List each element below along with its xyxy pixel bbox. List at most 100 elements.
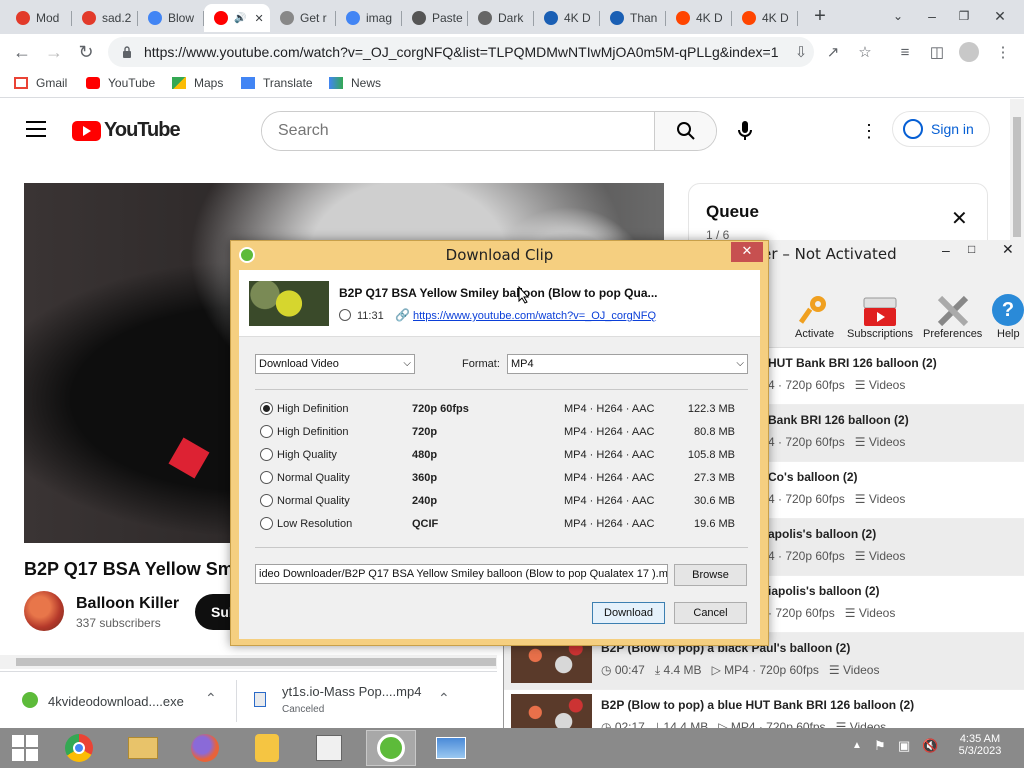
sign-in-button[interactable]: Sign in xyxy=(892,111,990,147)
channel-name[interactable]: Balloon Killer xyxy=(76,595,179,613)
settings-dots-icon[interactable]: ⋮ xyxy=(860,121,878,142)
scrollbar-thumb[interactable] xyxy=(1013,117,1021,237)
browser-tab[interactable]: 4K D xyxy=(732,4,798,32)
quality-option[interactable]: High Definition 720p MP4 · H264 · AAC 80.8 … xyxy=(255,422,751,442)
app-minimize-icon[interactable]: – xyxy=(942,242,950,258)
app-maximize-icon[interactable]: □ xyxy=(968,242,975,256)
radio-button[interactable] xyxy=(260,425,273,438)
chevron-up-icon[interactable]: ⌃ xyxy=(438,690,450,707)
maps-icon xyxy=(172,77,186,89)
horizontal-scrollbar-thumb[interactable] xyxy=(16,658,496,666)
minimize-icon[interactable]: – xyxy=(914,0,950,32)
quality-option[interactable]: Normal Quality 360p MP4 · H264 · AAC 27.3 M… xyxy=(255,468,751,488)
bookmark-youtube[interactable]: YouTube xyxy=(86,76,155,90)
dropdown-arrow-icon: ⌵ xyxy=(403,358,411,369)
download-button[interactable]: Download xyxy=(592,602,665,624)
firefox-icon[interactable] xyxy=(180,730,230,766)
radio-button[interactable] xyxy=(260,402,273,415)
help-tool[interactable]: ? Help xyxy=(992,294,1024,340)
restore-icon[interactable]: ❐ xyxy=(946,0,982,32)
format-select[interactable]: MP4 ⌵ xyxy=(507,354,748,374)
browser-tab[interactable]: 🔊 ✕ xyxy=(204,4,270,32)
tray-arrow-icon[interactable]: ▲ xyxy=(852,740,862,751)
bookmark-translate[interactable]: Translate xyxy=(241,76,313,90)
browser-tab[interactable]: 4K D xyxy=(666,4,732,32)
flag-icon[interactable]: ⚑ xyxy=(874,738,886,754)
address-bar[interactable]: https://www.youtube.com/watch?v=_OJ_corg… xyxy=(108,37,814,67)
chrome-taskbar-icon[interactable] xyxy=(54,730,104,766)
forward-icon[interactable]: → xyxy=(40,38,68,66)
quality-option[interactable]: Normal Quality 240p MP4 · H264 · AAC 30.6 M… xyxy=(255,491,751,511)
share-icon[interactable]: ↗ xyxy=(820,39,846,65)
start-button[interactable] xyxy=(0,730,50,766)
subscriptions-tool[interactable]: Subscriptions xyxy=(847,296,913,340)
new-tab-button[interactable]: + xyxy=(802,0,838,32)
browser-tab[interactable]: Than xyxy=(600,4,666,32)
chart-icon xyxy=(544,11,558,25)
close-tab-icon[interactable]: ✕ xyxy=(254,12,263,25)
browser-tab[interactable]: sad.2 xyxy=(72,4,138,32)
install-icon[interactable]: ⇩ xyxy=(788,39,814,65)
menu-icon[interactable]: ⋮ xyxy=(990,39,1016,65)
reading-list-icon[interactable]: ≡ xyxy=(892,39,918,65)
app-close-icon[interactable]: ✕ xyxy=(1002,241,1014,258)
activate-tool[interactable]: Activate xyxy=(795,294,834,340)
bookmark-maps[interactable]: Maps xyxy=(172,76,223,90)
close-window-icon[interactable]: ✕ xyxy=(982,0,1018,32)
back-icon[interactable]: ← xyxy=(8,38,36,66)
browser-tab[interactable]: 4K D xyxy=(534,4,600,32)
bookmark-news[interactable]: News xyxy=(329,76,381,90)
tab-search-icon[interactable]: ⌄ xyxy=(880,0,916,32)
radio-button[interactable] xyxy=(260,471,273,484)
downloader-taskbar-icon[interactable] xyxy=(366,730,416,766)
radio-button[interactable] xyxy=(260,517,273,530)
microphone-icon[interactable] xyxy=(738,121,752,144)
tab-label: imag xyxy=(366,11,393,25)
bookmark-star-icon[interactable]: ☆ xyxy=(852,39,878,65)
bookmark-gmail[interactable]: Gmail xyxy=(14,76,67,90)
search-input[interactable] xyxy=(262,112,654,150)
reload-icon[interactable]: ↻ xyxy=(72,38,100,66)
channel-avatar[interactable] xyxy=(24,591,64,631)
quality-option[interactable]: High Quality 480p MP4 · H264 · AAC 105.8 MB xyxy=(255,445,751,465)
photos-app-icon[interactable] xyxy=(426,730,476,766)
audio-playing-icon[interactable]: 🔊 xyxy=(234,13,246,24)
download-type-select[interactable]: Download Video ⌵ xyxy=(255,354,415,374)
close-queue-icon[interactable]: ✕ xyxy=(951,206,968,231)
browser-tab[interactable]: Paste xyxy=(402,4,468,32)
cancel-button[interactable]: Cancel xyxy=(674,602,747,624)
chart-app-icon[interactable] xyxy=(304,730,354,766)
tab-label: Get r xyxy=(300,11,327,25)
quality-option[interactable]: High Definition 720p 60fps MP4 · H264 · AA… xyxy=(255,399,751,419)
item-title: apolis's balloon (2) xyxy=(768,527,877,541)
file-explorer-icon[interactable] xyxy=(118,730,168,766)
chevron-up-icon[interactable]: ⌃ xyxy=(205,690,217,707)
download-item-name[interactable]: yt1s.io-Mass Pop....mp4 xyxy=(282,684,421,699)
save-path-input[interactable]: ideo Downloader/B2P Q17 BSA Yellow Smile… xyxy=(255,564,668,584)
dialog-close-button[interactable]: ✕ xyxy=(731,242,763,262)
clock[interactable]: 4:35 AM 5/3/2023 xyxy=(958,733,1002,757)
browse-button[interactable]: Browse xyxy=(674,564,747,586)
horizontal-scrollbar[interactable] xyxy=(0,655,497,669)
browser-tab[interactable]: Get r xyxy=(270,4,336,32)
profile-icon[interactable] xyxy=(956,39,982,65)
notes-app-icon[interactable] xyxy=(242,730,292,766)
preferences-tool[interactable]: Preferences xyxy=(923,294,982,340)
download-item-name[interactable]: 4kvideodownload....exe xyxy=(48,694,184,709)
browser-tab[interactable]: Blow xyxy=(138,4,204,32)
search-button[interactable] xyxy=(654,112,716,150)
video-link[interactable]: https://www.youtube.com/watch?v=_OJ_corg… xyxy=(413,310,656,322)
browser-tab[interactable]: Mod xyxy=(6,4,72,32)
browser-tab[interactable]: Dark xyxy=(468,4,534,32)
network-icon[interactable]: ▣ xyxy=(898,738,910,754)
youtube-logo[interactable]: YouTube xyxy=(72,119,181,142)
reddit-icon xyxy=(742,11,756,25)
browser-tab[interactable]: imag xyxy=(336,4,402,32)
radio-button[interactable] xyxy=(260,448,273,461)
radio-button[interactable] xyxy=(260,494,273,507)
hamburger-menu-icon[interactable] xyxy=(26,121,46,137)
item-type: Videos xyxy=(858,606,896,620)
side-panel-icon[interactable]: ◫ xyxy=(924,39,950,65)
volume-muted-icon[interactable]: 🔇 xyxy=(922,738,938,754)
quality-option[interactable]: Low Resolution QCIF MP4 · H264 · AAC 19.6 M… xyxy=(255,514,751,534)
